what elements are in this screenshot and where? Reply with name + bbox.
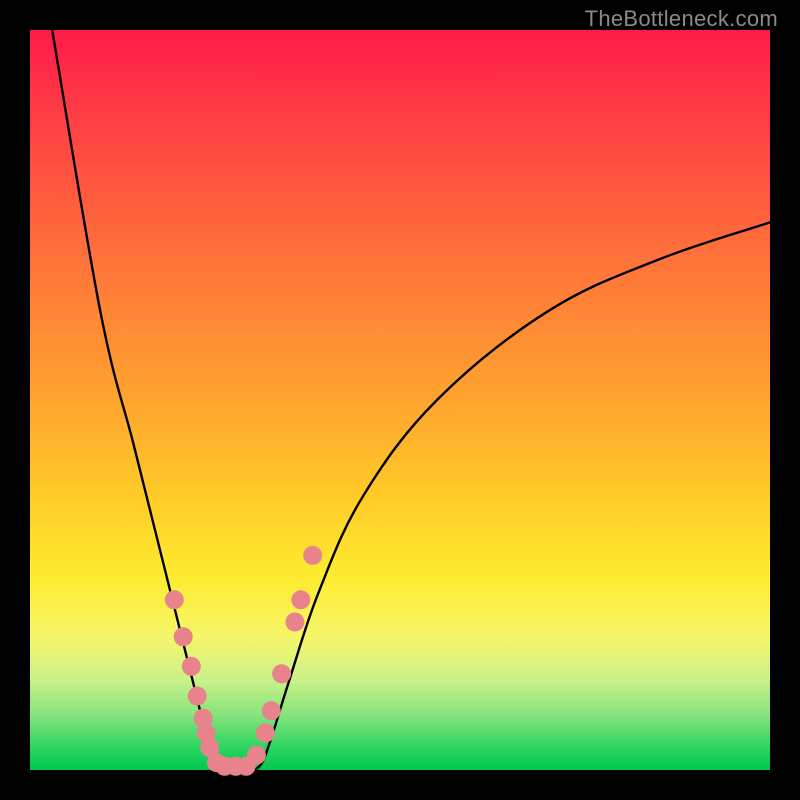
curve-layer bbox=[30, 30, 770, 770]
watermark-label: TheBottleneck.com bbox=[585, 6, 778, 32]
data-marker bbox=[262, 701, 281, 720]
data-marker bbox=[247, 746, 266, 765]
data-marker bbox=[174, 627, 193, 646]
data-marker bbox=[188, 687, 207, 706]
data-marker bbox=[182, 657, 201, 676]
data-marker bbox=[303, 546, 322, 565]
data-marker bbox=[272, 664, 291, 683]
data-marker bbox=[285, 613, 304, 632]
data-marker bbox=[256, 724, 275, 743]
marker-group bbox=[165, 546, 322, 776]
chart-frame: TheBottleneck.com bbox=[0, 0, 800, 800]
data-marker bbox=[291, 590, 310, 609]
plot-area bbox=[30, 30, 770, 770]
data-marker bbox=[165, 590, 184, 609]
bottleneck-curve bbox=[52, 30, 770, 771]
